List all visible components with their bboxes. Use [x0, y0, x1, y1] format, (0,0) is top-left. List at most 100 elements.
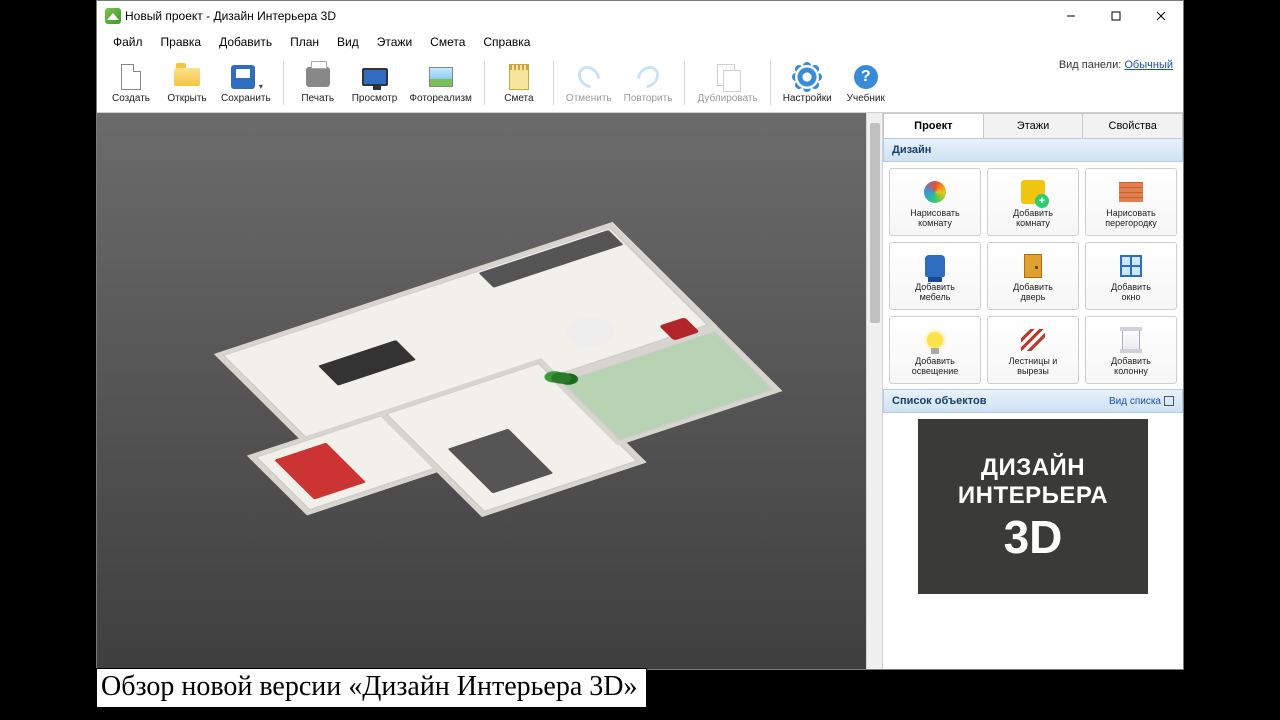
close-button[interactable] — [1138, 1, 1183, 31]
window-title: Новый проект - Дизайн Интерьера 3D — [125, 9, 336, 23]
design-button-label: Добавить комнату — [1013, 209, 1053, 229]
toolbar-separator — [484, 61, 485, 105]
list-view-toggle[interactable]: Вид списка — [1109, 396, 1174, 407]
object-list: ДИЗАЙН ИНТЕРЬЕРА 3D — [883, 413, 1183, 669]
toolbar-separator — [770, 61, 771, 105]
door-icon — [1019, 252, 1047, 280]
window-icon — [1117, 252, 1145, 280]
list-view-icon — [1164, 396, 1174, 406]
menu-item-0[interactable]: Файл — [105, 33, 151, 51]
main-area: ПроектЭтажиСвойства Дизайн Нарисовать ко… — [97, 113, 1183, 669]
design-button-column-icon[interactable]: Добавить колонну — [1085, 316, 1177, 384]
chair-icon — [921, 252, 949, 280]
promo-banner: ДИЗАЙН ИНТЕРЬЕРА 3D — [918, 419, 1148, 594]
toolbar-button-label: Смета — [504, 93, 533, 104]
toolbar-button-notes-icon[interactable]: Смета — [491, 59, 547, 106]
menu-item-2[interactable]: Добавить — [211, 33, 280, 51]
promo-line-1: ДИЗАЙН ИНТЕРЬЕРА — [918, 454, 1148, 510]
design-button-room-plus-icon[interactable]: Добавить комнату — [987, 168, 1079, 236]
doc-icon — [117, 63, 145, 91]
toolbar-button-label: Печать — [301, 93, 334, 104]
panel-view-link[interactable]: Обычный — [1124, 59, 1173, 71]
toolbar-button-redo-icon: Повторить — [618, 59, 679, 106]
toolbar-button-label: Фотореализм — [409, 93, 472, 104]
bulb-icon — [921, 326, 949, 354]
maximize-icon — [1111, 11, 1121, 21]
toolbar-button-label: Просмотр — [352, 93, 398, 104]
menu-item-4[interactable]: Вид — [329, 33, 367, 51]
design-button-label: Добавить колонну — [1111, 357, 1151, 377]
toolbar: Создать Открыть ▾ Сохранить Печать Просмотр Фо… — [97, 53, 1183, 113]
design-button-label: Нарисовать комнату — [910, 209, 959, 229]
minimize-button[interactable] — [1048, 1, 1093, 31]
toolbar-button-doc-icon[interactable]: Создать — [103, 59, 159, 106]
titlebar: Новый проект - Дизайн Интерьера 3D — [97, 1, 1183, 31]
design-button-door-icon[interactable]: Добавить дверь — [987, 242, 1079, 310]
menu-item-3[interactable]: План — [282, 33, 327, 51]
gear-icon — [793, 63, 821, 91]
video-caption: Обзор новой версии «Дизайн Интерьера 3D» — [96, 668, 647, 708]
column-icon — [1117, 326, 1145, 354]
design-button-window-icon[interactable]: Добавить окно — [1085, 242, 1177, 310]
design-button-brush-icon[interactable]: Нарисовать комнату — [889, 168, 981, 236]
viewport-3d[interactable] — [97, 113, 883, 669]
promo-line-2: 3D — [1004, 514, 1063, 560]
toolbar-separator — [684, 61, 685, 105]
monitor-icon — [361, 63, 389, 91]
menu-item-6[interactable]: Смета — [422, 33, 473, 51]
toolbar-button-label: Открыть — [167, 93, 206, 104]
toolbar-button-label: Учебник — [847, 93, 885, 104]
design-section-header: Дизайн — [883, 138, 1183, 162]
objects-header-label: Список объектов — [892, 395, 986, 407]
menu-item-5[interactable]: Этажи — [369, 33, 420, 51]
panel-view-caption: Вид панели: — [1059, 59, 1121, 71]
menu-item-1[interactable]: Правка — [153, 33, 210, 51]
menu-item-7[interactable]: Справка — [475, 33, 538, 51]
viewport-scrollbar[interactable] — [866, 113, 882, 669]
design-button-stairs-icon[interactable]: Лестницы и вырезы — [987, 316, 1079, 384]
toolbar-button-folder-open-icon[interactable]: Открыть — [159, 59, 215, 106]
design-button-bulb-icon[interactable]: Добавить освещение — [889, 316, 981, 384]
toolbar-button-label: Повторить — [624, 93, 673, 104]
menubar: ФайлПравкаДобавитьПланВидЭтажиСметаСправ… — [97, 31, 1183, 53]
design-button-chair-icon[interactable]: Добавить мебель — [889, 242, 981, 310]
duplicate-icon — [714, 63, 742, 91]
photo-icon — [427, 63, 455, 91]
brush-icon — [921, 178, 949, 206]
chevron-down-icon: ▾ — [259, 82, 263, 91]
toolbar-separator — [283, 61, 284, 105]
render-canvas[interactable] — [97, 113, 866, 669]
side-tab-1[interactable]: Этажи — [984, 113, 1084, 139]
toolbar-button-label: Сохранить — [221, 93, 271, 104]
design-button-label: Нарисовать перегородку — [1105, 209, 1157, 229]
design-button-label: Добавить мебель — [915, 283, 955, 303]
redo-icon — [634, 63, 662, 91]
toolbar-button-label: Дублировать — [697, 93, 757, 104]
toolbar-button-save-icon[interactable]: ▾ Сохранить — [215, 59, 277, 106]
app-icon — [105, 8, 121, 24]
toolbar-button-print-icon[interactable]: Печать — [290, 59, 346, 106]
toolbar-button-label: Создать — [112, 93, 150, 104]
list-view-label: Вид списка — [1109, 396, 1161, 407]
design-grid: Нарисовать комнату Добавить комнату Нарисо… — [883, 162, 1183, 390]
floorplan-model — [161, 222, 801, 560]
toolbar-button-photo-icon[interactable]: Фотореализм — [403, 59, 478, 106]
toolbar-button-undo-icon: Отменить — [560, 59, 618, 106]
toolbar-button-label: Настройки — [783, 93, 832, 104]
toolbar-button-help-icon[interactable]: ? Учебник — [838, 59, 894, 106]
design-button-label: Добавить окно — [1111, 283, 1151, 303]
close-icon — [1156, 11, 1166, 21]
toolbar-button-duplicate-icon: Дублировать — [691, 59, 763, 106]
side-tabs: ПроектЭтажиСвойства — [883, 113, 1183, 139]
notes-icon — [505, 63, 533, 91]
maximize-button[interactable] — [1093, 1, 1138, 31]
toolbar-button-gear-icon[interactable]: Настройки — [777, 59, 838, 106]
side-tab-0[interactable]: Проект — [883, 113, 984, 139]
minimize-icon — [1066, 11, 1076, 21]
toolbar-button-monitor-icon[interactable]: Просмотр — [346, 59, 404, 106]
design-button-label: Добавить дверь — [1013, 283, 1053, 303]
scrollbar-thumb[interactable] — [870, 123, 880, 323]
help-icon: ? — [852, 63, 880, 91]
design-button-wall-icon[interactable]: Нарисовать перегородку — [1085, 168, 1177, 236]
side-tab-2[interactable]: Свойства — [1083, 113, 1183, 139]
